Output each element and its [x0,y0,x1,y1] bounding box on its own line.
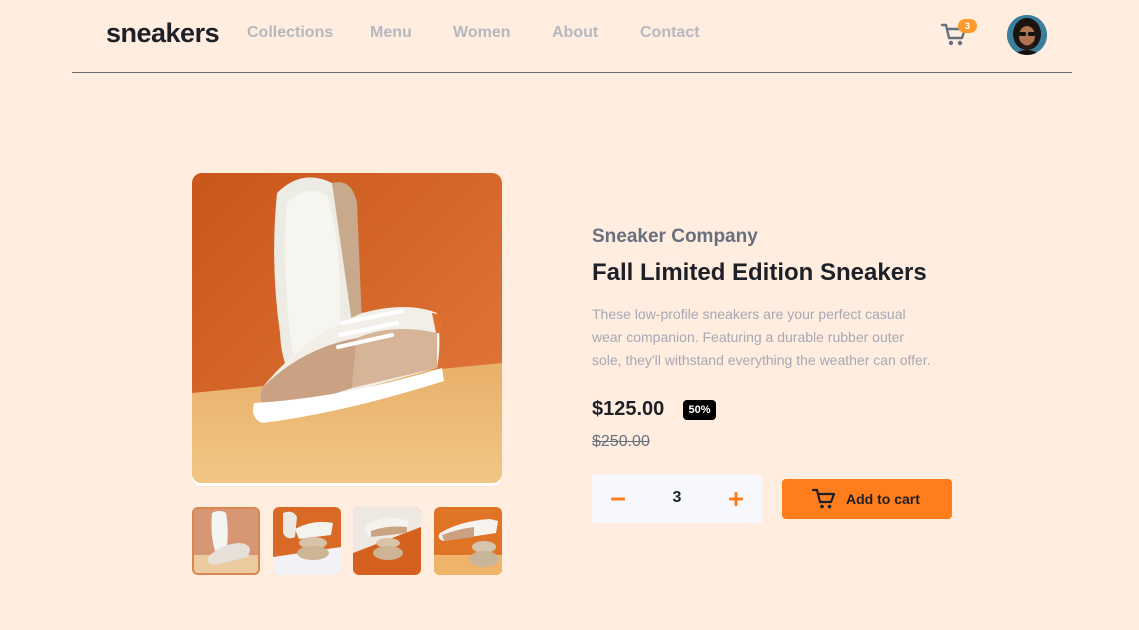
product-main-image[interactable] [192,173,502,483]
current-price: $125.00 [592,398,665,420]
add-to-cart-button[interactable]: Add to cart [782,479,952,519]
quantity-value[interactable]: 3 [662,489,692,507]
thumbnail-1[interactable] [192,507,260,575]
thumbnail-image [273,507,341,575]
cart-icon [812,488,836,509]
nav-about[interactable]: About [552,24,598,42]
nav-contact[interactable]: Contact [640,24,700,42]
thumbnail-2[interactable] [273,507,341,575]
thumbnail-3[interactable] [353,507,421,575]
thumbnail-image [353,507,421,575]
quantity-stepper: 3 [592,475,762,523]
avatar[interactable] [1007,15,1047,55]
nav-women[interactable]: Women [453,24,510,42]
logo[interactable]: sneakers [106,18,220,49]
nav-menu[interactable]: Menu [370,24,412,42]
avatar-image [1007,15,1047,55]
company-name: Sneaker Company [592,226,758,247]
product-title: Fall Limited Edition Sneakers [592,259,927,286]
description-line-3: sole, they'll withstand everything the w… [592,352,931,368]
site-header: sneakers Collections Menu Women About Co… [72,0,1072,73]
minus-icon[interactable] [606,487,630,511]
discount-badge: 50% [683,400,716,420]
plus-icon[interactable] [724,487,748,511]
thumbnail-4[interactable] [434,507,502,575]
original-price: $250.00 [592,433,650,450]
thumbnail-image [194,509,258,573]
description-line-2: wear companion. Featuring a durable rubb… [592,329,905,345]
thumbnail-image [434,507,502,575]
nav-collections[interactable]: Collections [247,24,333,42]
add-to-cart-label: Add to cart [846,491,920,507]
cart-count-badge: 3 [958,19,977,33]
sneaker-photo [192,173,502,483]
description-line-1: These low-profile sneakers are your perf… [592,306,906,322]
